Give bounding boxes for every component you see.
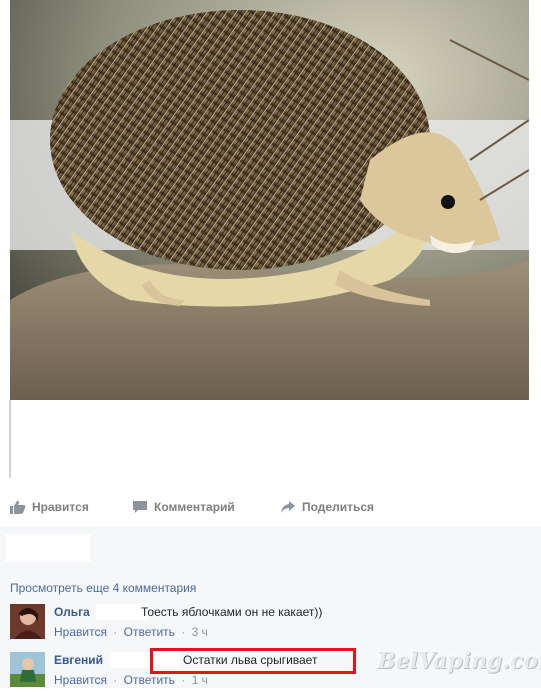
comment-input-placeholder bbox=[6, 534, 90, 562]
post-photo[interactable] bbox=[10, 0, 529, 400]
like-label: Нравится bbox=[32, 500, 89, 514]
comment-time[interactable]: 1 ч bbox=[192, 673, 208, 687]
thumbs-up-icon bbox=[10, 500, 26, 514]
comment-reply-link[interactable]: Ответить bbox=[124, 625, 175, 639]
separator: · bbox=[181, 625, 186, 639]
avatar-image bbox=[10, 604, 45, 639]
avatar[interactable] bbox=[10, 604, 45, 639]
comment-item: Ольга Тоесть яблочками он не какает)) Нр… bbox=[10, 604, 535, 644]
separator: · bbox=[113, 673, 118, 687]
view-more-comments-link[interactable]: Просмотреть еще 4 комментария bbox=[10, 581, 196, 595]
comment-like-link[interactable]: Нравится bbox=[54, 625, 107, 639]
post-actions-bar: Нравится Комментарий Поделиться bbox=[0, 490, 541, 527]
hedgehog-image bbox=[10, 0, 529, 400]
like-button[interactable]: Нравится bbox=[10, 500, 89, 514]
site-watermark: BelVaping.com bbox=[377, 648, 541, 674]
avatar[interactable] bbox=[10, 652, 45, 687]
share-button[interactable]: Поделиться bbox=[280, 500, 374, 514]
post-left-border bbox=[9, 400, 11, 478]
avatar-image bbox=[10, 652, 45, 687]
separator: · bbox=[113, 625, 118, 639]
comment-reply-link[interactable]: Ответить bbox=[124, 673, 175, 687]
comment-button[interactable]: Комментарий bbox=[132, 500, 235, 514]
comment-highlight-box bbox=[150, 648, 356, 674]
comment-actions: Нравится · Ответить · 3 ч bbox=[54, 625, 208, 639]
comment-label: Комментарий bbox=[154, 500, 235, 514]
share-label: Поделиться bbox=[302, 500, 375, 514]
comment-author[interactable]: Евгений bbox=[54, 653, 103, 667]
comment-actions: Нравится · Ответить · 1 ч bbox=[54, 673, 208, 687]
comment-time[interactable]: 3 ч bbox=[192, 625, 208, 639]
comment-text: Тоесть яблочками он не какает)) bbox=[141, 605, 323, 619]
speech-bubble-icon bbox=[133, 501, 147, 513]
comment-like-link[interactable]: Нравится bbox=[54, 673, 107, 687]
comment-author[interactable]: Ольга bbox=[54, 605, 90, 619]
share-arrow-icon bbox=[281, 501, 295, 513]
separator: · bbox=[181, 673, 186, 687]
